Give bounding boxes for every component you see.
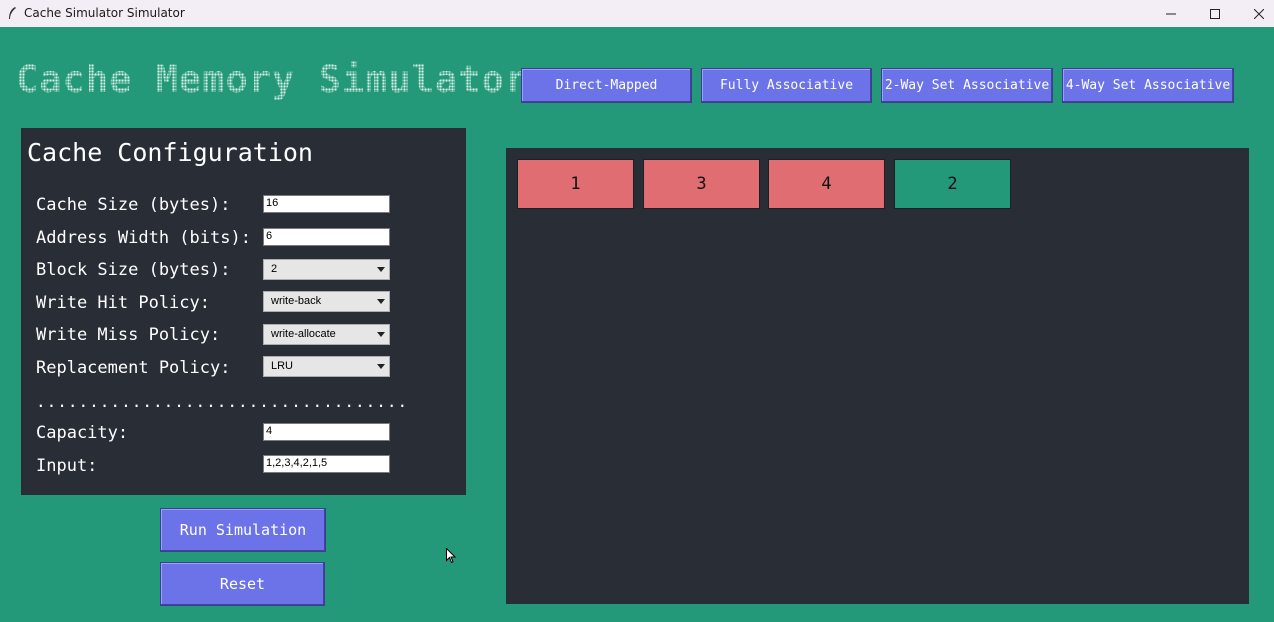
app-title: Cache Memory Simulator xyxy=(16,58,529,101)
replacement-policy-label: Replacement Policy: xyxy=(36,358,231,378)
direct-mapped-button[interactable]: Direct-Mapped xyxy=(521,68,692,103)
four-way-set-associative-button[interactable]: 4-Way Set Associative xyxy=(1062,68,1234,103)
capacity-input[interactable]: 4 xyxy=(263,423,390,441)
input-sequence-input[interactable]: 1,2,3,4,2,1,5 xyxy=(263,455,390,473)
maximize-button[interactable] xyxy=(1193,0,1237,27)
write-hit-policy-select[interactable]: write-back xyxy=(263,291,390,312)
maximize-icon xyxy=(1210,8,1220,19)
close-icon xyxy=(1254,8,1264,19)
cache-display-panel: 1 3 4 2 xyxy=(506,148,1249,604)
address-width-input[interactable]: 6 xyxy=(263,228,390,246)
write-miss-policy-label: Write Miss Policy: xyxy=(36,325,221,345)
separator: ................................... xyxy=(36,392,409,411)
write-miss-policy-select[interactable]: write-allocate xyxy=(263,324,390,345)
cache-block: 1 xyxy=(517,159,634,209)
cache-size-label: Cache Size (bytes): xyxy=(36,195,231,215)
window-titlebar: Cache Simulator Simulator xyxy=(0,0,1274,27)
config-title: Cache Configuration xyxy=(27,138,313,167)
run-simulation-button[interactable]: Run Simulation xyxy=(160,508,326,552)
two-way-set-associative-button[interactable]: 2-Way Set Associative xyxy=(881,68,1053,103)
cache-configuration-panel: Cache Configuration Cache Size (bytes): … xyxy=(21,128,466,495)
feather-icon xyxy=(9,7,16,19)
chevron-down-icon xyxy=(377,299,385,304)
mouse-cursor-icon xyxy=(446,548,456,564)
chevron-down-icon xyxy=(377,364,385,369)
replacement-policy-select[interactable]: LRU xyxy=(263,356,390,377)
cache-block: 2 xyxy=(894,159,1011,209)
cache-block: 4 xyxy=(768,159,885,209)
chevron-down-icon xyxy=(377,267,385,272)
minimize-button[interactable] xyxy=(1149,0,1193,27)
replacement-policy-value: LRU xyxy=(271,360,294,372)
cache-block: 3 xyxy=(643,159,760,209)
block-size-value: 2 xyxy=(271,263,278,275)
write-hit-policy-label: Write Hit Policy: xyxy=(36,293,210,313)
chevron-down-icon xyxy=(377,332,385,337)
reset-button[interactable]: Reset xyxy=(160,562,325,606)
write-hit-policy-value: write-back xyxy=(271,295,322,307)
block-size-select[interactable]: 2 xyxy=(263,259,390,280)
block-size-label: Block Size (bytes): xyxy=(36,260,231,280)
cache-size-input[interactable]: 16 xyxy=(263,195,390,213)
capacity-label: Capacity: xyxy=(36,423,129,443)
fully-associative-button[interactable]: Fully Associative xyxy=(701,68,872,103)
input-label: Input: xyxy=(36,456,98,476)
window-title: Cache Simulator Simulator xyxy=(24,6,185,20)
close-button[interactable] xyxy=(1237,0,1274,27)
write-miss-policy-value: write-allocate xyxy=(271,328,336,340)
address-width-label: Address Width (bits): xyxy=(36,228,251,248)
minimize-icon xyxy=(1166,13,1176,14)
